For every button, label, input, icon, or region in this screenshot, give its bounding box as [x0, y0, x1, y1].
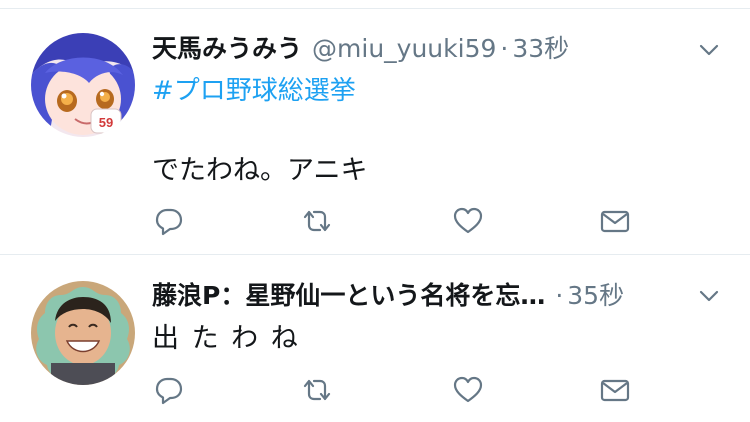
chevron-down-icon[interactable] [696, 37, 722, 63]
like-icon[interactable] [451, 204, 485, 238]
anime-avatar-image: 59 [31, 33, 135, 137]
photo-avatar-image [31, 281, 135, 385]
direct-message-icon[interactable] [598, 204, 632, 238]
reply-icon[interactable] [152, 373, 186, 407]
svg-text:59: 59 [99, 115, 113, 130]
tweet-actions [152, 373, 642, 407]
timestamp[interactable]: 33秒 [512, 29, 569, 63]
display-name[interactable]: 天馬みうみう [152, 29, 302, 63]
retweet-icon[interactable] [300, 204, 334, 238]
separator-dot: · [500, 34, 509, 63]
tweet[interactable]: 59 天馬みうみう @miu_yuuki59 · 33秒 #プロ野球総選挙 でた… [0, 9, 750, 255]
hashtag-link[interactable]: #プロ野球総選挙 [152, 70, 356, 107]
tweet-header: 天馬みうみう @miu_yuuki59 · 33秒 [152, 29, 690, 63]
user-handle[interactable]: @miu_yuuki59 [312, 34, 496, 63]
tweet-text: でたわね。アニキ [152, 155, 368, 186]
tweet[interactable]: 藤浪P：星野仙一という名将を忘… · 35秒 出 た わ ね [0, 256, 750, 422]
display-name[interactable]: 藤浪P：星野仙一という名将を忘… [152, 276, 545, 310]
retweet-icon[interactable] [300, 373, 334, 407]
avatar[interactable]: 59 [31, 33, 135, 137]
direct-message-icon[interactable] [598, 373, 632, 407]
reply-icon[interactable] [152, 204, 186, 238]
tweet-text: 出 た わ ね [152, 323, 300, 354]
tweet-header: 藤浪P：星野仙一という名将を忘… · 35秒 [152, 276, 690, 310]
chevron-down-icon[interactable] [696, 283, 722, 309]
timestamp[interactable]: 35秒 [567, 276, 624, 310]
like-icon[interactable] [451, 373, 485, 407]
avatar[interactable] [31, 281, 135, 385]
separator-dot: · [555, 281, 564, 310]
tweet-actions [152, 204, 642, 238]
